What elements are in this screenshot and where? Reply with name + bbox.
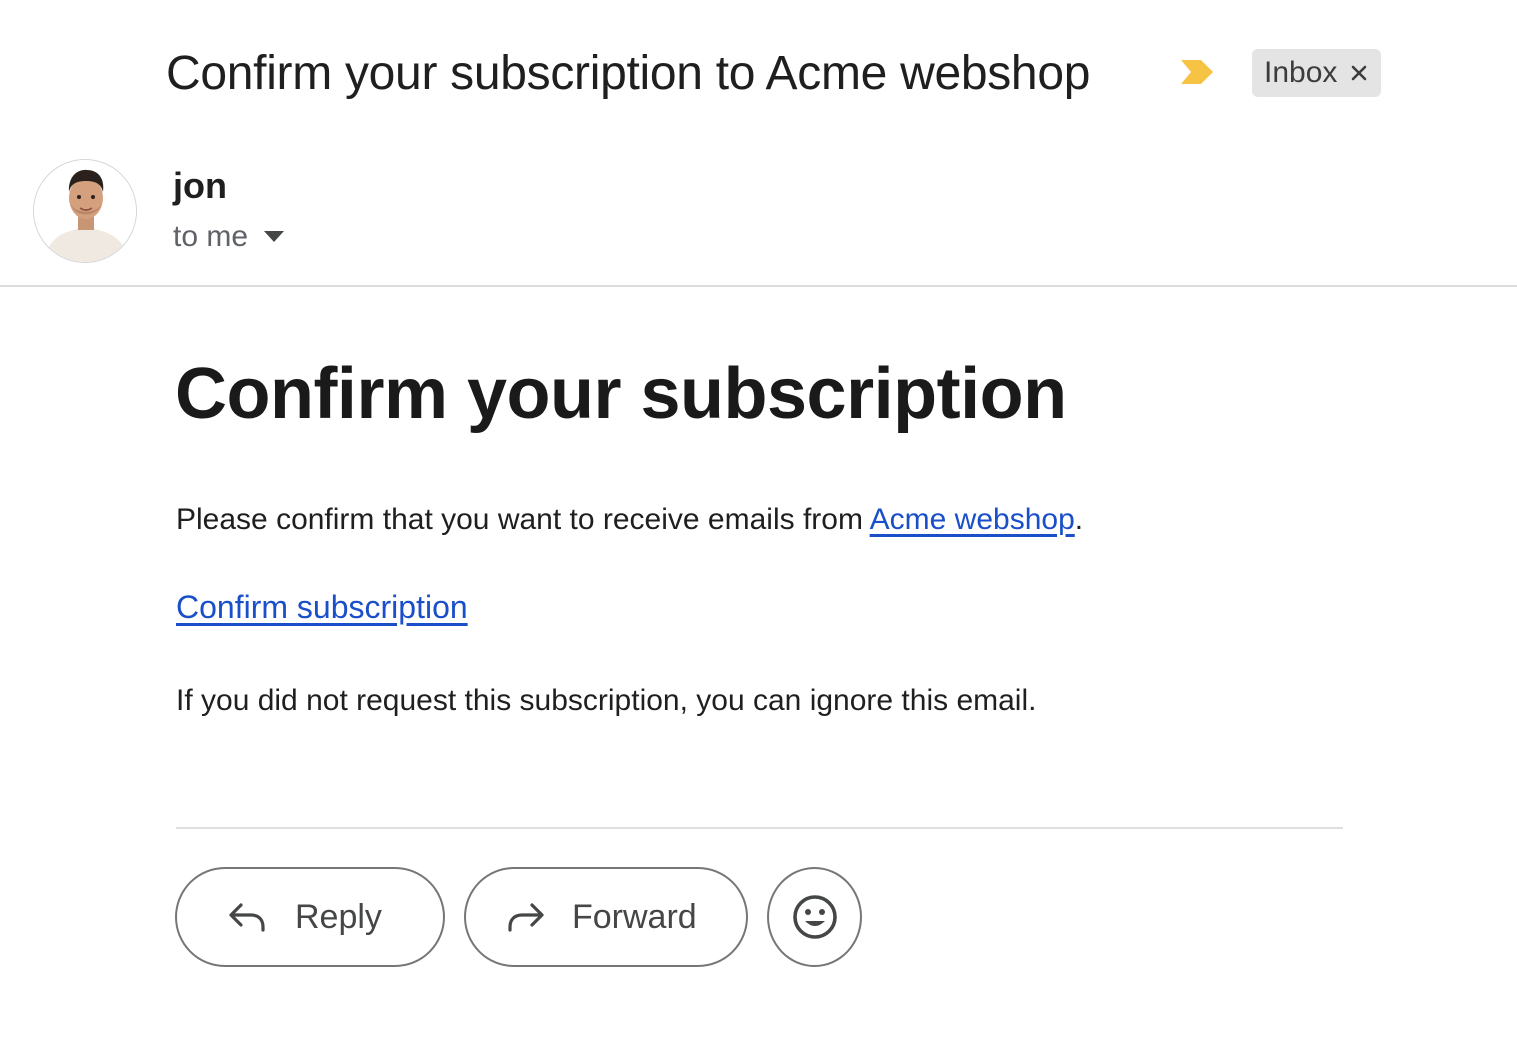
recipient-details-toggle[interactable]: to me: [173, 218, 285, 256]
paragraph-1-suffix: .: [1074, 503, 1084, 536]
avatar-photo: [34, 160, 136, 262]
importance-marker-icon[interactable]: [1179, 58, 1215, 86]
email-subject: Confirm your subscription to Acme websho…: [166, 47, 1091, 100]
inbox-label-chip: Inbox: [1252, 49, 1382, 97]
confirm-subscription-link[interactable]: Confirm subscription: [176, 587, 468, 627]
label-chip-text: Inbox: [1264, 56, 1338, 89]
message-paragraph-3: If you did not request this subscription…: [176, 684, 1037, 717]
reply-arrow-icon: [229, 903, 265, 932]
caret-down-icon: [264, 231, 285, 242]
forward-label: Forward: [572, 897, 697, 936]
emoji-reaction-button[interactable]: [767, 867, 862, 967]
forward-button[interactable]: Forward: [464, 867, 748, 967]
footer-divider: [176, 827, 1343, 829]
smiley-icon: [792, 895, 837, 939]
message-heading: Confirm your subscription: [175, 354, 1067, 434]
avatar[interactable]: [33, 159, 137, 263]
close-icon[interactable]: [1349, 63, 1369, 83]
header-divider: [0, 285, 1517, 287]
forward-arrow-icon: [508, 903, 544, 932]
sender-name[interactable]: jon: [173, 164, 227, 208]
paragraph-1-prefix: Please confirm that you want to receive …: [176, 503, 870, 536]
recipient-text: to me: [173, 220, 249, 253]
subject-row: Confirm your subscription to Acme websho…: [0, 38, 1517, 110]
acme-webshop-link[interactable]: Acme webshop: [870, 503, 1075, 536]
reply-label: Reply: [295, 897, 382, 936]
message-paragraph-1: Please confirm that you want to receive …: [176, 500, 1083, 540]
reply-button[interactable]: Reply: [175, 867, 445, 967]
